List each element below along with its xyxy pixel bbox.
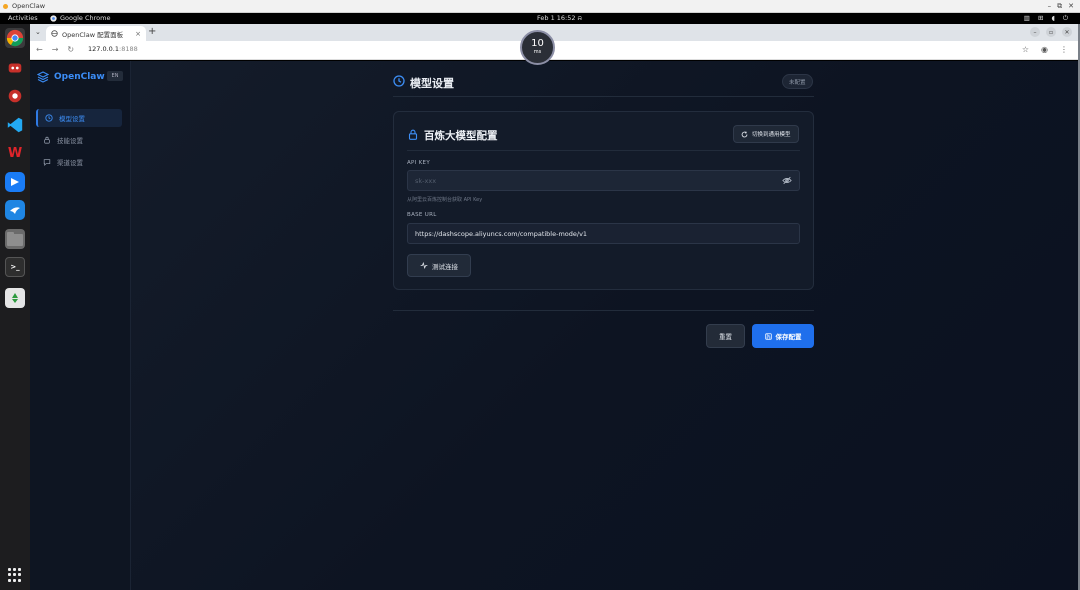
power-icon: ⏻: [1062, 14, 1068, 22]
show-apps-icon[interactable]: [8, 568, 22, 582]
tab-close-button[interactable]: ×: [135, 30, 141, 38]
activity-icon: [420, 262, 428, 269]
model-config-card: 百炼大模型配置 切换到通用模型 API KEY sk-xxx 从阿里云百炼控制台…: [393, 111, 814, 290]
minimize-button[interactable]: –: [1048, 2, 1052, 10]
vscode-icon[interactable]: [5, 115, 25, 135]
globe-icon: [51, 30, 58, 37]
sidebar-item-label: 模型设置: [59, 115, 85, 123]
reset-button[interactable]: 重置: [706, 324, 745, 348]
notification-icon: ⍾: [577, 14, 582, 22]
switch-model-label: 切换到通用模型: [752, 132, 791, 138]
chat-icon: [43, 159, 51, 166]
dock: W >_: [0, 24, 30, 590]
feishu-icon[interactable]: [5, 172, 25, 192]
trash-icon[interactable]: [5, 288, 25, 308]
terminal-icon[interactable]: >_: [5, 257, 25, 277]
browser-toolbar: ← → ↻ 127.0.0.1:8188 ☆ ◉ ⋮: [30, 41, 1080, 60]
url-host: 127.0.0.1: [88, 45, 120, 53]
latency-value: 10: [531, 38, 544, 49]
tab-search-icon[interactable]: ⌄: [35, 28, 41, 36]
clock[interactable]: Feb 1 16:52 ⍾: [537, 14, 582, 23]
url-port: :8188: [119, 45, 138, 53]
window-controls: – ⧉ ✕: [1048, 0, 1074, 12]
window-title: OpenClaw: [12, 2, 46, 10]
browser-tab-strip: ⌄ OpenClaw 配置面板 × + – ▫ ✕: [30, 24, 1080, 41]
test-connection-button[interactable]: 测试连接: [407, 254, 471, 277]
app-icon: [3, 3, 8, 9]
language-toggle[interactable]: EN: [107, 71, 123, 81]
sidebar-item-skill-settings[interactable]: 技能设置: [36, 131, 122, 149]
active-app-menu[interactable]: Google Chrome: [50, 14, 110, 22]
clock-icon: [45, 114, 53, 122]
ai-icon-2[interactable]: [5, 86, 25, 106]
address-bar[interactable]: 127.0.0.1:8188: [88, 45, 138, 53]
eye-off-icon[interactable]: [782, 176, 792, 185]
close-button[interactable]: ✕: [1068, 2, 1074, 10]
status-badge: 未配置: [782, 74, 813, 89]
clock-text: Feb 1 16:52: [537, 14, 576, 22]
layers-icon: [37, 71, 49, 83]
bookmark-star-icon[interactable]: ☆: [1022, 45, 1029, 54]
system-top-bar: Activities Google Chrome Feb 1 16:52 ⍾ ▥…: [0, 13, 1080, 24]
browser-restore-button[interactable]: ▫: [1046, 27, 1056, 37]
ai-icon-1[interactable]: [5, 58, 25, 78]
lock-icon: [44, 136, 50, 144]
network-icon: ⊞: [1037, 14, 1044, 22]
app-viewport: OpenClaw EN 模型设置 技能设置 渠道设置 模型设置 未配置 百炼大模…: [30, 61, 1078, 590]
base-url-input[interactable]: https://dashscope.aliyuncs.com/compatibl…: [407, 223, 800, 244]
keyboard-icon: ▥: [1023, 14, 1030, 22]
brand-name: OpenClaw: [54, 72, 105, 82]
system-status-area[interactable]: ▥ ⊞ ◖ ⏻: [1024, 14, 1068, 23]
switch-model-button[interactable]: 切换到通用模型: [733, 125, 799, 143]
volume-icon: ◖: [1051, 14, 1055, 22]
forward-button[interactable]: →: [52, 45, 59, 54]
api-key-hint: 从阿里云百炼控制台获取 API Key: [407, 197, 483, 203]
lock-icon: [408, 129, 418, 140]
sidebar-item-channel-settings[interactable]: 渠道设置: [36, 153, 122, 171]
active-app-name: Google Chrome: [60, 14, 111, 22]
activities-button[interactable]: Activities: [8, 14, 38, 22]
nav-buttons: ← → ↻: [36, 45, 74, 54]
window-title-bar: OpenClaw: [0, 0, 1080, 13]
header-divider: [393, 96, 814, 97]
new-tab-button[interactable]: +: [148, 26, 156, 37]
reload-button[interactable]: ↻: [67, 45, 74, 54]
files-icon[interactable]: [5, 229, 25, 249]
chrome-icon[interactable]: [5, 28, 25, 48]
profile-icon[interactable]: ◉: [1041, 45, 1048, 54]
back-button[interactable]: ←: [36, 45, 43, 54]
menu-icon[interactable]: ⋮: [1060, 45, 1068, 54]
bird-icon[interactable]: [5, 200, 25, 220]
api-key-placeholder: sk-xxx: [415, 176, 437, 185]
maximize-button[interactable]: ⧉: [1057, 2, 1062, 11]
wps-icon[interactable]: W: [5, 143, 25, 163]
save-config-button[interactable]: 保存配置: [752, 324, 814, 348]
test-connection-label: 测试连接: [432, 262, 458, 271]
card-divider: [407, 150, 800, 151]
actions-divider: [393, 310, 814, 311]
browser-window-controls: – ▫ ✕: [1030, 27, 1072, 37]
clock-icon: [393, 75, 405, 87]
browser-close-button[interactable]: ✕: [1062, 27, 1072, 37]
save-config-label: 保存配置: [775, 333, 802, 341]
sidebar-item-label: 渠道设置: [57, 159, 83, 167]
base-url-label: BASE URL: [407, 212, 437, 218]
browser-tab[interactable]: OpenClaw 配置面板 ×: [46, 26, 146, 41]
refresh-icon: [741, 130, 748, 137]
sidebar-item-label: 技能设置: [57, 137, 83, 145]
sidebar: OpenClaw EN 模型设置 技能设置 渠道设置: [30, 61, 131, 590]
browser-minimize-button[interactable]: –: [1030, 27, 1040, 37]
sidebar-item-model-settings[interactable]: 模型设置: [36, 109, 122, 127]
api-key-input[interactable]: sk-xxx: [407, 170, 800, 191]
toolbar-actions: ☆ ◉ ⋮: [1022, 45, 1068, 54]
api-key-label: API KEY: [407, 160, 430, 166]
card-title: 百炼大模型配置: [424, 130, 498, 142]
brand[interactable]: OpenClaw: [37, 71, 105, 83]
save-icon: [764, 332, 772, 340]
tab-title: OpenClaw 配置面板: [62, 30, 124, 39]
latency-unit: ms: [533, 49, 542, 55]
latency-badge: 10 ms: [520, 30, 555, 65]
chrome-small-icon: [50, 14, 57, 22]
page-title: 模型设置: [410, 77, 454, 90]
